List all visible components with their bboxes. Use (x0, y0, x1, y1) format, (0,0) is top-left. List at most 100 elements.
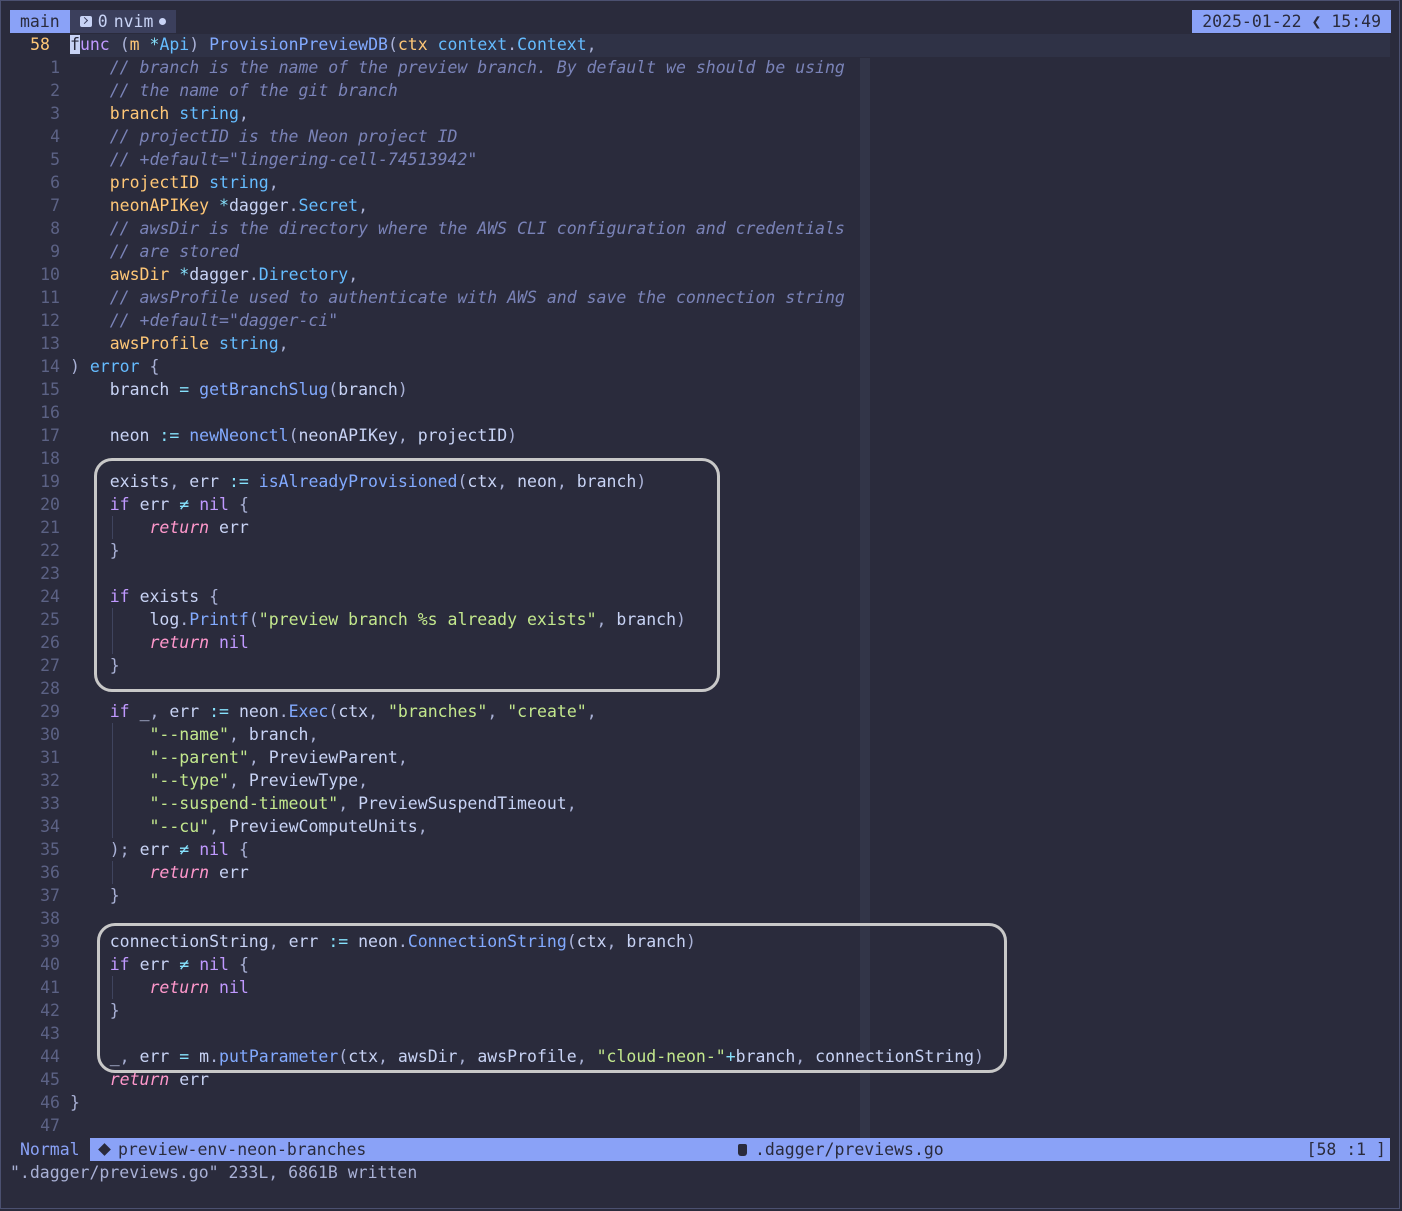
code-token: ( (119, 35, 130, 54)
code-line[interactable]: 10 awsDir *dagger.Directory, (0, 263, 1390, 286)
code-line[interactable]: 47 (0, 1114, 1390, 1137)
code-line[interactable]: 31 "--parent", PreviewParent, (0, 746, 1390, 769)
line-number: 18 (40, 449, 60, 468)
code-token: newNeonctl (189, 426, 289, 445)
code-token: "--suspend-timeout" (149, 794, 339, 813)
code-text: return err (70, 861, 249, 884)
code-token: , (417, 817, 428, 836)
code-token: ) (189, 35, 210, 54)
code-line[interactable]: 37 } (0, 884, 1390, 907)
code-token: awsDir (109, 265, 180, 284)
code-line[interactable]: 1 // branch is the name of the preview b… (0, 56, 1390, 79)
mode-indicator: Normal (10, 1138, 90, 1161)
code-token: dagger (228, 196, 289, 215)
code-token: "branches" (388, 702, 488, 721)
code-token: branch (109, 104, 180, 123)
code-line[interactable]: 29 if _, err := neon.Exec(ctx, "branches… (0, 700, 1390, 723)
code-token: Api (159, 35, 190, 54)
code-line[interactable]: 30 "--name", branch, (0, 723, 1390, 746)
line-number: 22 (40, 541, 60, 560)
code-token: * (219, 196, 229, 215)
code-line[interactable]: 13 awsProfile string, (0, 332, 1390, 355)
code-line[interactable]: 4 // projectID is the Neon project ID (0, 125, 1390, 148)
code-token: , (248, 748, 269, 767)
code-line[interactable]: 3 branch string, (0, 102, 1390, 125)
code-token: , (586, 702, 597, 721)
code-line[interactable]: 35 ); err ≠ nil { (0, 838, 1390, 861)
code-token: // awsProfile used to authenticate with … (109, 288, 845, 307)
code-line[interactable]: 36 return err (0, 861, 1390, 884)
line-number: 24 (40, 587, 60, 606)
code-line[interactable]: 14) error { (0, 355, 1390, 378)
code-token: // branch is the name of the preview bra… (109, 58, 845, 77)
code-token: , (358, 196, 369, 215)
code-line[interactable]: 8 // awsDir is the directory where the A… (0, 217, 1390, 240)
code-line[interactable]: 46} (0, 1091, 1390, 1114)
code-text: ); err ≠ nil { (70, 838, 249, 861)
code-line[interactable]: 32 "--type", PreviewType, (0, 769, 1390, 792)
code-token: ) (507, 426, 518, 445)
code-line[interactable]: 34 "--cu", PreviewComputeUnits, (0, 815, 1390, 838)
line-number: 28 (40, 679, 60, 698)
code-text: // +default="dagger-ci" (70, 309, 338, 332)
code-text: } (70, 1091, 80, 1114)
code-token: * (149, 35, 160, 54)
statusline: Normal preview-env-neon-branches .dagger… (10, 1138, 1390, 1161)
code-line[interactable]: 2 // the name of the git branch (0, 79, 1390, 102)
code-text: // are stored (70, 240, 239, 263)
code-text: // branch is the name of the preview bra… (70, 56, 845, 79)
code-line[interactable]: 16 (0, 401, 1390, 424)
code-text: // awsProfile used to authenticate with … (70, 286, 845, 309)
code-line[interactable]: 11 // awsProfile used to authenticate wi… (0, 286, 1390, 309)
code-line[interactable]: 9 // are stored (0, 240, 1390, 263)
code-line[interactable]: 15 branch = getBranchSlug(branch) (0, 378, 1390, 401)
tmux-session-name[interactable]: main (10, 10, 70, 33)
command-line-message[interactable]: ".dagger/previews.go" 233L, 6861B writte… (10, 1161, 417, 1184)
code-token: "--parent" (149, 748, 249, 767)
line-number: 11 (40, 288, 60, 307)
code-token: PreviewParent (268, 748, 398, 767)
code-line[interactable]: 33 "--suspend-timeout", PreviewSuspendTi… (0, 792, 1390, 815)
code-token: branch (338, 380, 398, 399)
code-token: // +default="lingering-cell-74513942" (109, 150, 478, 169)
code-text: "--parent", PreviewParent, (70, 746, 407, 769)
code-token: dagger (189, 265, 249, 284)
code-line[interactable]: 7 neonAPIKey *dagger.Secret, (0, 194, 1390, 217)
code-line[interactable]: 5 // +default="lingering-cell-74513942" (0, 148, 1390, 171)
code-token: err (219, 863, 249, 882)
code-token: ≠ (179, 840, 200, 859)
line-number: 19 (40, 472, 60, 491)
code-token: { (238, 840, 249, 859)
line-number: 30 (40, 725, 60, 744)
annotation-box (97, 923, 1007, 1073)
code-token: , (209, 817, 229, 836)
line-number: 26 (40, 633, 60, 652)
code-token: , (308, 725, 319, 744)
tmux-window-index: 0 (97, 12, 108, 31)
code-line-current[interactable]: 58 func (m *Api) ProvisionPreviewDB(ctx c… (0, 33, 1390, 56)
code-text: if _, err := neon.Exec(ctx, "branches", … (70, 700, 597, 723)
code-token: ctx (397, 35, 438, 54)
active-dot-icon (159, 18, 167, 25)
line-number: 37 (40, 886, 60, 905)
code-line[interactable]: 12 // +default="dagger-ci" (0, 309, 1390, 332)
line-number: 10 (40, 265, 60, 284)
text-cursor: f (70, 35, 80, 54)
line-number: 33 (40, 794, 60, 813)
code-text: branch = getBranchSlug(branch) (70, 378, 408, 401)
tmux-window-tab[interactable]: 0 nvim (69, 10, 177, 33)
cursor-position: [58 :1 ] (1306, 1140, 1386, 1159)
code-token: "--type" (149, 771, 229, 790)
code-line[interactable]: 6 projectID string, (0, 171, 1390, 194)
code-line[interactable]: 17 neon := newNeonctl(neonAPIKey, projec… (0, 424, 1390, 447)
code-token: := (159, 426, 190, 445)
code-token: string (209, 173, 269, 192)
code-token: return (149, 863, 220, 882)
line-number: 27 (40, 656, 60, 675)
